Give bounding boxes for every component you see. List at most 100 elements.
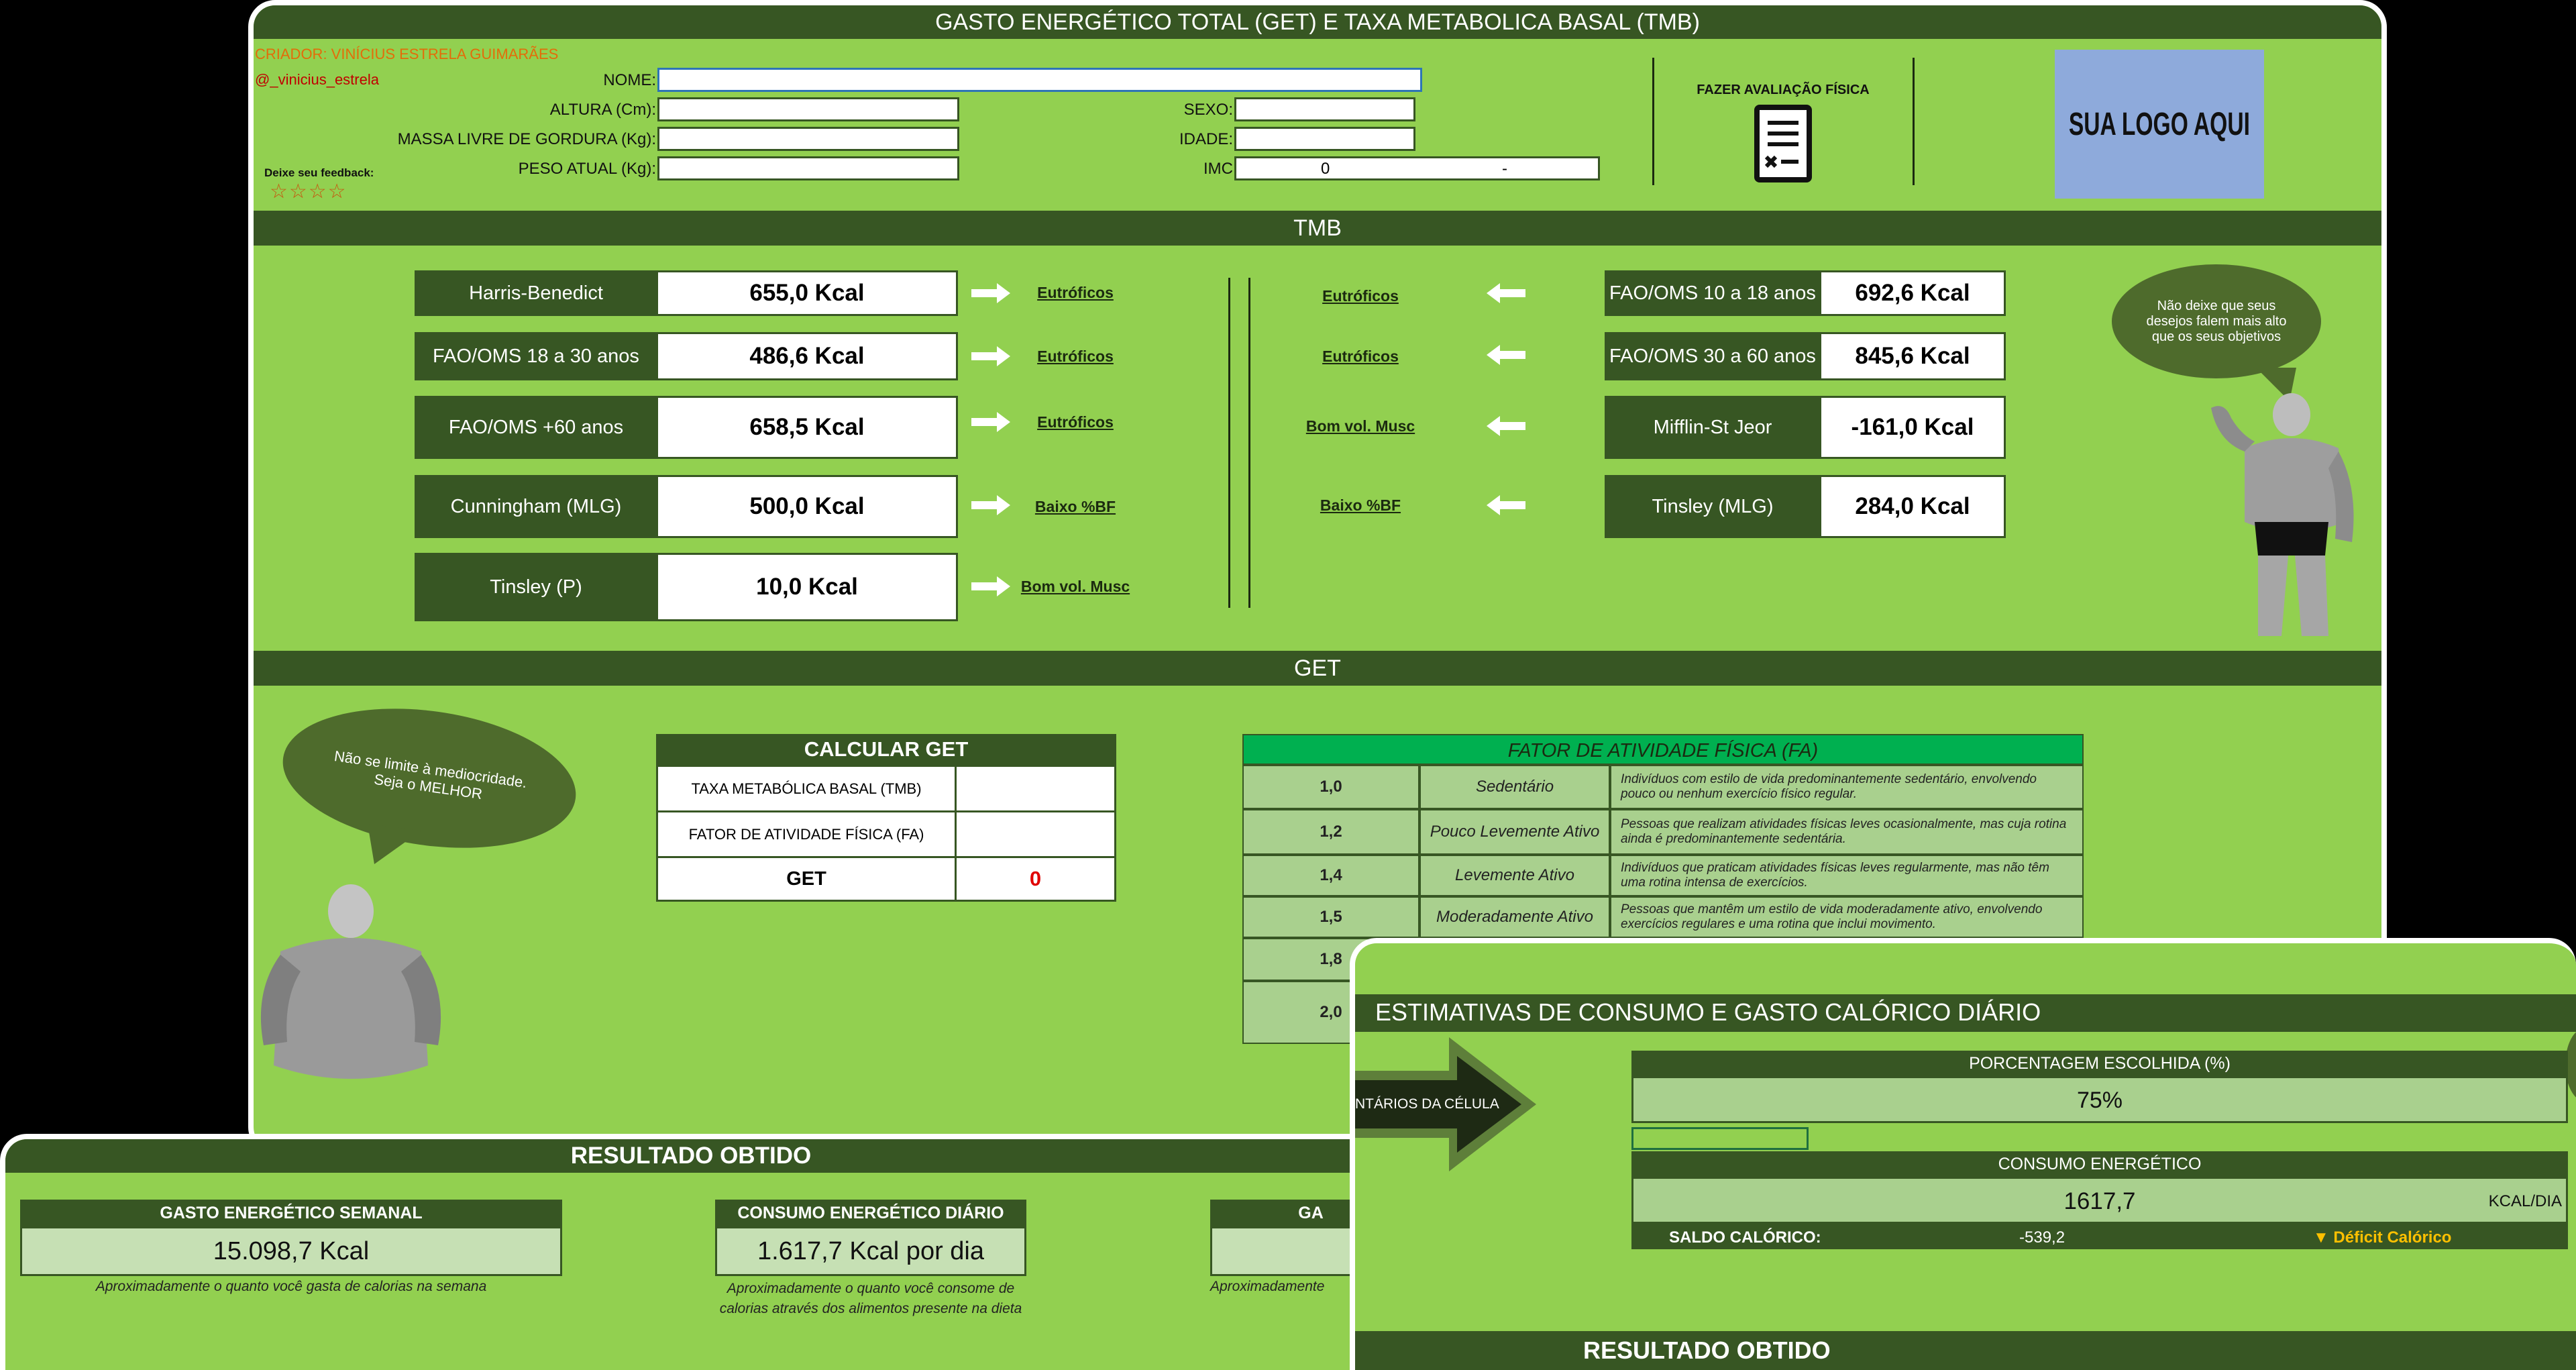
tmb-result-harris: Eutróficos [1037,284,1114,301]
avaliacao-label: FAZER AVALIAÇÃO FÍSICA [1697,83,1870,97]
creator-name: CRIADOR: VINÍCIUS ESTRELA GUIMARÃES [255,46,559,62]
pct-label: PORCENTAGEM ESCOLHIDA (%) [1631,1051,2568,1076]
tmb-result-fao-30-60: Eutróficos [1322,348,1399,365]
arrow-right-icon [971,412,1010,432]
tmb-value-cunningham: 500,0 Kcal [656,475,958,538]
tmb-label-fao-10-18: FAO/OMS 10 a 18 anos [1605,270,1821,316]
tmb-value-tinsley-p: 10,0 Kcal [656,553,958,621]
fa-factor: 1,0 [1242,765,1419,809]
tmb-result-mifflin: Bom vol. Musc [1305,417,1415,435]
res-note-semanal: Aproximadamente o quanto você gasta de c… [95,1279,487,1294]
res-note-diario: Aproximadamente o quanto você consome de… [719,1281,1022,1316]
arrow-left-icon [1487,283,1525,303]
pct-input[interactable]: 75% [1631,1076,2568,1123]
altura-input[interactable] [657,97,959,121]
arrow-left-icon [1487,416,1525,436]
resultado-panel: RESULTADO OBTIDO GASTO ENERGÉTICO SEMANA… [0,1134,1382,1370]
page-title: GASTO ENERGÉTICO TOTAL (GET) E TAXA META… [254,5,2381,39]
header-divider [1652,58,1654,185]
get-quote-text: Não se limite à mediocridade. Seja o MEL… [333,747,529,803]
estimativas-title: ESTIMATIVAS DE CONSUMO E GASTO CALÓRICO … [1375,998,2041,1026]
tmb-result-cunningham: Baixo %BF [1034,498,1116,515]
calc-fa-input[interactable] [957,812,1114,858]
tmb-value-mifflin: -161,0 Kcal [1819,396,2006,459]
tmb-quote-text: Não deixe que seus desejos falem mais al… [2146,298,2287,344]
consumo-value: 1617,7 [2063,1188,2136,1214]
calc-get-table: TAXA METABÓLICA BASAL (TMB) FATOR DE ATI… [656,765,1116,902]
sexo-label: SEXO: [1183,101,1233,119]
fa-factor: 1,4 [1242,855,1419,896]
tmb-value-fao-18-30: 486,6 Kcal [656,332,958,380]
fa-desc: Indivíduos que praticam atividades físic… [1610,855,2084,896]
logo-text: SUA LOGO AQUI [2068,106,2251,142]
feedback-stars[interactable]: ☆☆☆☆ [270,180,347,203]
res-value-semanal: 15.098,7 Kcal [20,1226,562,1276]
consumo-field: 1617,7 KCAL/DIA [1631,1177,2568,1224]
selected-cell[interactable] [1631,1127,1809,1150]
tmb-value-fao-10-18: 692,6 Kcal [1819,270,2006,316]
tmb-label-tinsley-mlg: Tinsley (MLG) [1605,475,1821,538]
feedback-label: Deixe seu feedback: [264,166,374,179]
mlg-input[interactable] [657,127,959,151]
checklist-icon [1754,105,1812,182]
arrow-left-icon [1487,345,1525,365]
get-section-title: GET [254,651,2381,686]
nome-input[interactable] [657,68,1422,92]
saldo-row: SALDO CALÓRICO: -539,2 ▼ Déficit Calóric… [1631,1224,2568,1249]
tmb-label-mifflin: Mifflin-St Jeor [1605,396,1821,459]
tmb-label-fao-18-30: FAO/OMS 18 a 30 anos [415,332,657,380]
header-divider [1913,58,1915,185]
fa-table-title: FATOR DE ATIVIDADE FÍSICA (FA) [1242,734,2084,765]
saldo-label: SALDO CALÓRICO: [1669,1228,1821,1247]
fa-desc: Pessoas que realizam atividades físicas … [1610,809,2084,855]
res-head-diario: CONSUMO ENERGÉTICO DIÁRIO [715,1200,1026,1226]
tmb-value-fao-60: 658,5 Kcal [656,396,958,459]
calc-tmb-label: TAXA METABÓLICA BASAL (TMB) [658,767,957,812]
tmb-result-fao-60: Eutróficos [1037,413,1114,431]
tmb-label-cunningham: Cunningham (MLG) [415,475,657,538]
imc-label: IMC [1203,160,1233,178]
sexo-input[interactable] [1234,97,1415,121]
saldo-status: ▼ Déficit Calórico [2313,1228,2452,1247]
tmb-label-fao-30-60: FAO/OMS 30 a 60 anos [1605,332,1821,380]
tmb-label-tinsley-p: Tinsley (P) [415,553,657,621]
calc-get-title: CALCULAR GET [656,734,1116,765]
tmb-divider [1248,278,1250,608]
res-head-semanal: GASTO ENERGÉTICO SEMANAL [20,1200,562,1226]
comment-arrow-text: NTÁRIOS DA CÉLULA [1355,1096,1499,1112]
tmb-label-fao-60: FAO/OMS +60 anos [415,396,657,459]
calc-tmb-input[interactable] [957,767,1114,812]
tmb-result-tinsley-p: Bom vol. Musc [1020,578,1130,595]
imc-value: 0 [1321,160,1330,178]
arrow-right-icon [971,283,1010,303]
arrow-left-icon [1487,495,1525,515]
fa-level: Moderadamente Ativo [1419,896,1610,938]
peso-label: PESO ATUAL (Kg): [518,160,656,178]
bodybuilder-figure-icon [260,884,441,1079]
get-quote-bubble: Não se limite à mediocridade. Seja o MEL… [274,691,585,865]
creator-handle[interactable]: @_vinicius_estrela [255,71,379,89]
nome-label: NOME: [603,71,656,89]
fa-factor: 1,5 [1242,896,1419,938]
fa-level: Levemente Ativo [1419,855,1610,896]
idade-label: IDADE: [1179,130,1233,148]
avaliacao-button[interactable]: FAZER AVALIAÇÃO FÍSICA [1669,83,1897,190]
logo-placeholder: SUA LOGO AQUI [2055,50,2264,199]
fa-desc: Indivíduos com estilo de vida predominan… [1610,765,2084,809]
peso-input[interactable] [657,156,959,180]
tmb-section-title: TMB [254,211,2381,246]
mlg-label: MASSA LIVRE DE GORDURA (Kg): [397,130,656,148]
consumo-unit: KCAL/DIA [2488,1192,2562,1210]
calc-get-value: 0 [1029,867,1042,890]
arrow-right-icon [971,346,1010,366]
imc-field: 0 - [1234,156,1600,180]
tmb-result-fao-10-18: Eutróficos [1322,287,1399,305]
tmb-value-tinsley-mlg: 284,0 Kcal [1819,475,2006,538]
estimativas-footer-title: RESULTADO OBTIDO [1355,1331,2576,1370]
tmb-result-tinsley-mlg: Baixo %BF [1320,496,1401,514]
tmb-value-harris: 655,0 Kcal [656,270,958,316]
fa-level: Pouco Levemente Ativo [1419,809,1610,855]
fa-desc: Pessoas que mantêm um estilo de vida mod… [1610,896,2084,938]
arrow-right-icon [971,576,1010,596]
idade-input[interactable] [1234,127,1415,151]
